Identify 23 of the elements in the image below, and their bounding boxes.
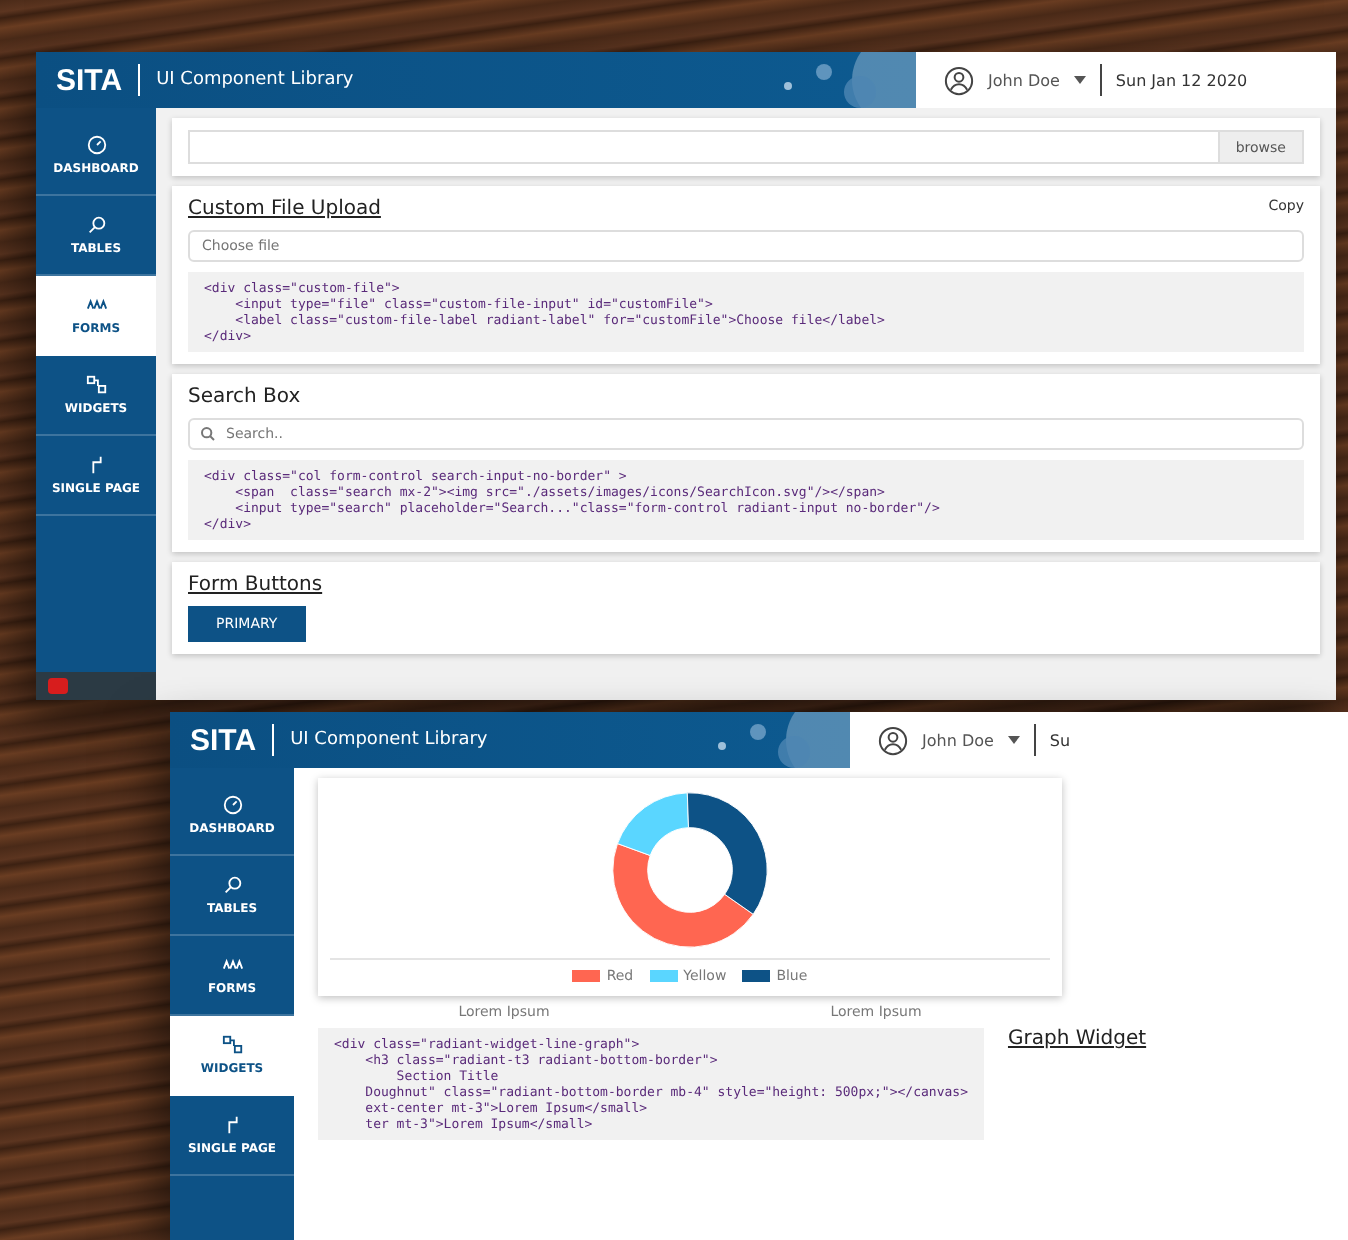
avatar-icon[interactable] bbox=[878, 725, 908, 755]
user-name[interactable]: John Doe bbox=[922, 731, 994, 749]
gauge-icon bbox=[85, 134, 107, 156]
search-icon bbox=[221, 874, 243, 896]
date-text: Su bbox=[1049, 731, 1071, 749]
caret-icon[interactable] bbox=[1073, 76, 1086, 84]
logo: SITA bbox=[56, 63, 123, 97]
section-title: Custom File Upload bbox=[188, 198, 381, 220]
caret-icon[interactable] bbox=[1007, 736, 1020, 744]
logo: SITA bbox=[190, 723, 257, 757]
search-icon bbox=[200, 426, 216, 442]
linked-squares-icon bbox=[221, 1034, 243, 1056]
gauge-icon bbox=[221, 794, 243, 816]
date-text: Sun Jan 12 2020 bbox=[1115, 71, 1248, 89]
app-title: UI Component Library bbox=[156, 70, 354, 90]
section-title: Form Buttons bbox=[188, 574, 323, 596]
linked-squares-icon bbox=[85, 374, 107, 396]
app-title: UI Component Library bbox=[290, 730, 488, 750]
user-name[interactable]: John Doe bbox=[988, 71, 1060, 89]
section-title: Graph Widget bbox=[1007, 1028, 1147, 1050]
avatar-icon[interactable] bbox=[944, 65, 974, 95]
section-title: Search Box bbox=[188, 386, 301, 408]
search-icon bbox=[85, 214, 107, 236]
